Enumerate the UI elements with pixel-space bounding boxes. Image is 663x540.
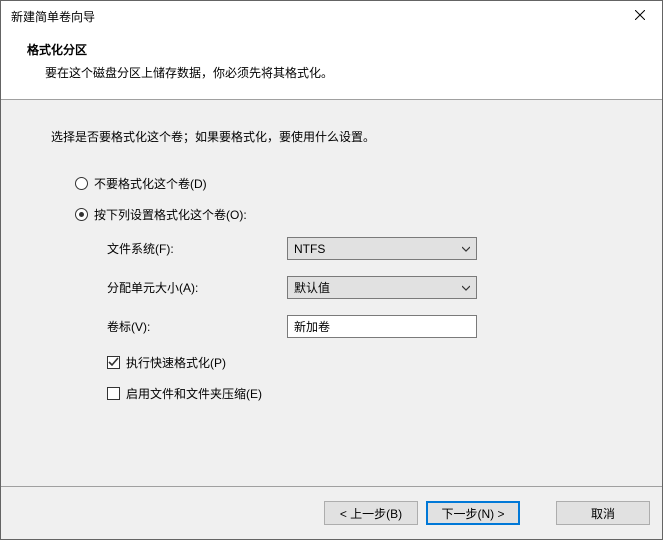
wizard-footer: < 上一步(B) 下一步(N) > 取消	[1, 486, 662, 539]
close-button[interactable]	[617, 1, 662, 31]
header-heading: 格式化分区	[27, 41, 642, 58]
radio-noformat-label: 不要格式化这个卷(D)	[94, 175, 207, 192]
radio-noformat[interactable]: 不要格式化这个卷(D)	[75, 175, 612, 192]
titlebar: 新建简单卷向导	[1, 1, 662, 31]
allocation-unit-dropdown[interactable]: 默认值	[287, 276, 477, 299]
filesystem-row: 文件系统(F): NTFS	[107, 237, 612, 260]
instruction-text: 选择是否要格式化这个卷；如果要格式化，要使用什么设置。	[51, 128, 612, 145]
compression-label: 启用文件和文件夹压缩(E)	[126, 385, 262, 402]
wizard-header: 格式化分区 要在这个磁盘分区上储存数据，你必须先将其格式化。	[1, 31, 662, 99]
window-title: 新建简单卷向导	[11, 8, 617, 25]
filesystem-dropdown[interactable]: NTFS	[287, 237, 477, 260]
chevron-down-icon	[462, 284, 470, 292]
next-button[interactable]: 下一步(N) >	[426, 501, 520, 525]
volume-label-row: 卷标(V):	[107, 315, 612, 338]
header-subheading: 要在这个磁盘分区上储存数据，你必须先将其格式化。	[45, 64, 642, 81]
button-spacer	[528, 501, 548, 525]
filesystem-label: 文件系统(F):	[107, 240, 287, 257]
quickformat-label: 执行快速格式化(P)	[126, 354, 226, 371]
volume-label-label: 卷标(V):	[107, 318, 287, 335]
chevron-down-icon	[462, 245, 470, 253]
checkbox-icon	[107, 387, 120, 400]
allocation-unit-row: 分配单元大小(A): 默认值	[107, 276, 612, 299]
radio-format-label: 按下列设置格式化这个卷(O):	[94, 206, 247, 223]
radio-icon	[75, 208, 88, 221]
filesystem-value: NTFS	[294, 242, 462, 256]
allocation-unit-label: 分配单元大小(A):	[107, 279, 287, 296]
quickformat-checkbox[interactable]: 执行快速格式化(P)	[107, 354, 612, 371]
wizard-window: 新建简单卷向导 格式化分区 要在这个磁盘分区上储存数据，你必须先将其格式化。 选…	[0, 0, 663, 540]
radio-icon	[75, 177, 88, 190]
checkbox-icon	[107, 356, 120, 369]
close-icon	[635, 9, 645, 23]
allocation-unit-value: 默认值	[294, 279, 462, 296]
radio-format[interactable]: 按下列设置格式化这个卷(O):	[75, 206, 612, 223]
back-button[interactable]: < 上一步(B)	[324, 501, 418, 525]
wizard-content: 选择是否要格式化这个卷；如果要格式化，要使用什么设置。 不要格式化这个卷(D) …	[1, 100, 662, 486]
format-options-group: 文件系统(F): NTFS 分配单元大小(A): 默认值	[107, 237, 612, 338]
compression-checkbox[interactable]: 启用文件和文件夹压缩(E)	[107, 385, 612, 402]
volume-label-input[interactable]	[287, 315, 477, 338]
cancel-button[interactable]: 取消	[556, 501, 650, 525]
